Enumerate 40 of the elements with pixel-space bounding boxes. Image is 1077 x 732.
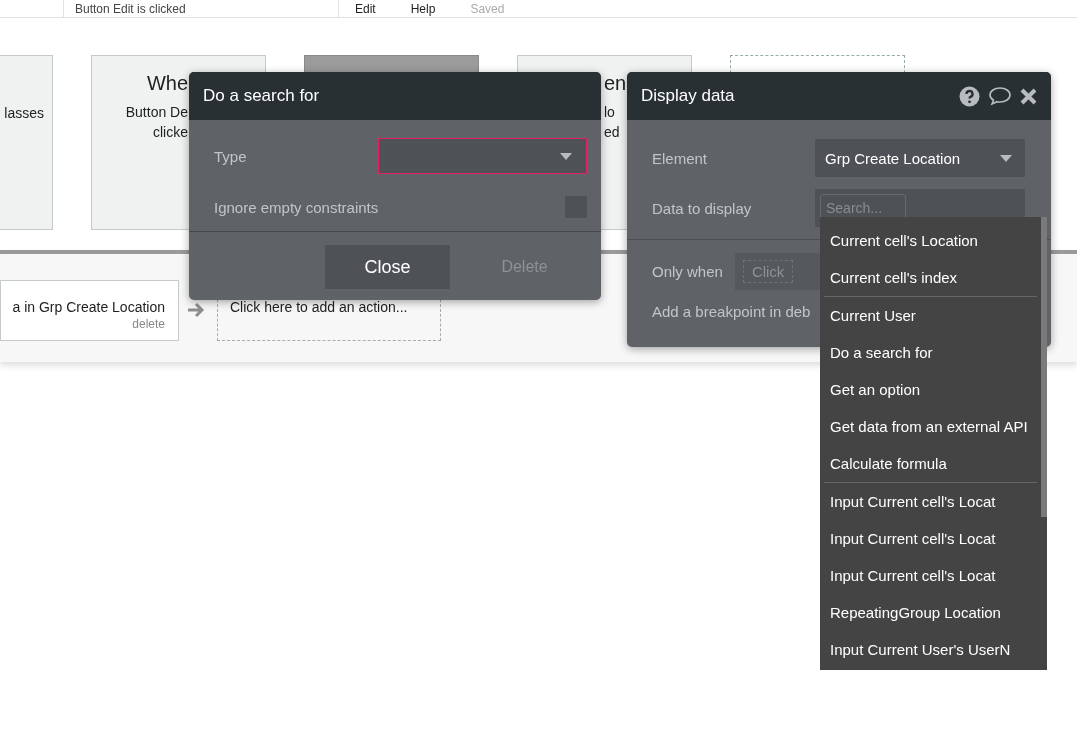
suggestion-item[interactable]: Input Current User's UserN bbox=[824, 631, 1037, 668]
event-card[interactable]: lasses bbox=[0, 55, 53, 230]
close-button[interactable]: Close bbox=[325, 245, 450, 289]
close-icon[interactable] bbox=[1020, 87, 1037, 105]
card-text: lo bbox=[604, 103, 616, 122]
card-text: Button De bbox=[124, 103, 188, 122]
field-label: Element bbox=[652, 149, 708, 167]
field-label: Data to display bbox=[652, 199, 752, 217]
suggestion-item[interactable]: Input Current cell's Locat bbox=[824, 520, 1037, 557]
action-label: a in Grp Create Location bbox=[12, 299, 165, 315]
delete-link[interactable]: delete bbox=[132, 317, 165, 331]
caret-icon bbox=[1000, 154, 1012, 162]
suggestion-item[interactable]: RepeatingGroup Location bbox=[824, 594, 1037, 631]
event-title: Button Edit is clicked bbox=[75, 1, 187, 16]
caret-icon bbox=[560, 152, 572, 160]
card-heading: Whe bbox=[145, 71, 188, 96]
element-dropdown[interactable]: Grp Create Location bbox=[815, 139, 1025, 177]
scrollbar-thumb[interactable] bbox=[1041, 217, 1047, 517]
help-icon[interactable] bbox=[959, 85, 980, 107]
suggestion-item[interactable]: Input Current cell's Locat bbox=[824, 483, 1037, 520]
field-label: Only when bbox=[652, 263, 723, 280]
save-status: Saved bbox=[470, 1, 505, 16]
condition-placeholder: Click bbox=[742, 260, 794, 283]
card-text: ed bbox=[604, 123, 621, 142]
card-text: lasses bbox=[3, 104, 44, 123]
field-label: Type bbox=[214, 147, 247, 165]
suggestion-item[interactable]: Input Current cell's Locat bbox=[824, 557, 1037, 594]
suggestion-item[interactable]: Current User bbox=[824, 297, 1037, 334]
suggestion-item[interactable]: Calculate formula bbox=[824, 445, 1037, 482]
action-step[interactable]: a in Grp Create Location delete bbox=[0, 280, 179, 341]
card-text: clicke bbox=[152, 123, 188, 142]
arrow-icon bbox=[186, 302, 206, 318]
popup-title: Display data bbox=[641, 86, 735, 106]
menu-item[interactable]: Help bbox=[410, 1, 436, 16]
menu-item[interactable]: Edit bbox=[355, 1, 376, 16]
suggestion-item[interactable]: Get an option bbox=[824, 371, 1037, 408]
suggestion-item[interactable]: Do a search for bbox=[824, 334, 1037, 371]
comment-icon[interactable] bbox=[988, 86, 1012, 106]
suggestion-item[interactable]: Get data from an external API bbox=[824, 408, 1037, 445]
breakpoint-label: Add a breakpoint in deb bbox=[652, 303, 811, 320]
